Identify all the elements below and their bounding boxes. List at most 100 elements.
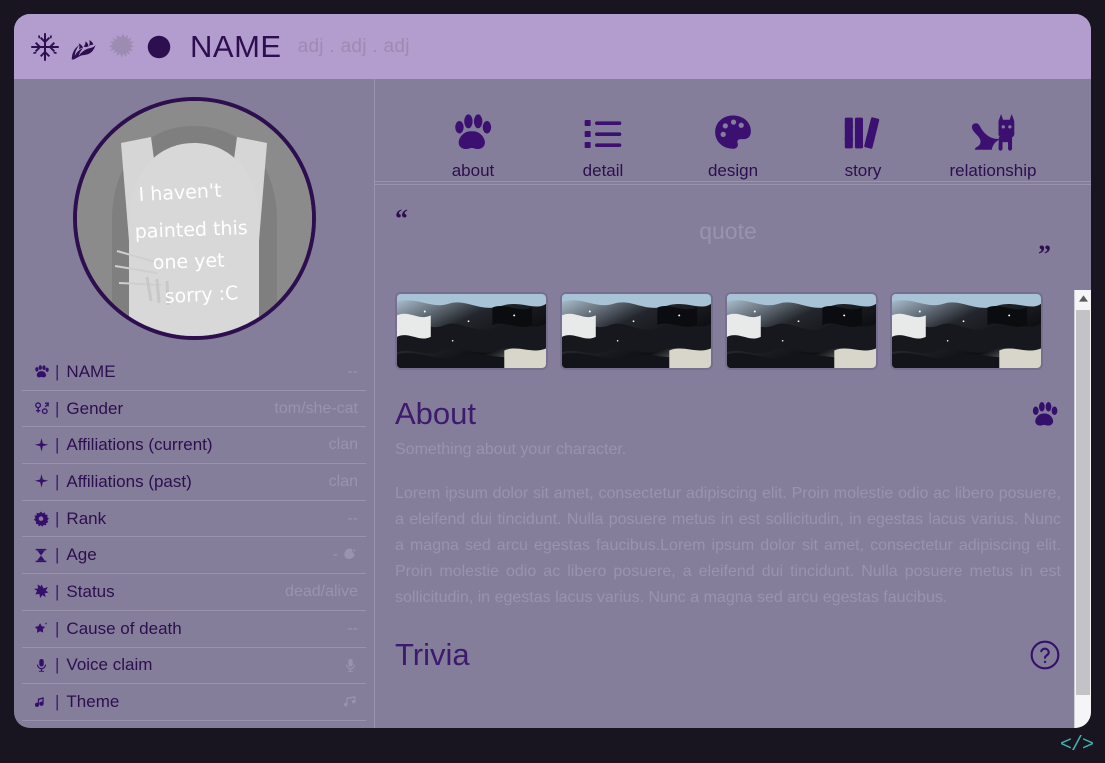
info-row-value: -	[333, 546, 358, 564]
sparkle-icon	[30, 473, 52, 490]
tab-about[interactable]: about	[425, 106, 521, 181]
scroll-thumb[interactable]	[1076, 310, 1090, 695]
svg-text:I haven't: I haven't	[138, 180, 222, 206]
content-scroll-inner: “ quote ” About Something about your cha…	[375, 182, 1091, 728]
gallery-thumbnail[interactable]	[890, 292, 1043, 370]
info-row-value: clan	[328, 436, 358, 454]
section-title: Trivia	[395, 637, 470, 673]
info-row-rank[interactable]: | Rank --	[22, 501, 366, 538]
gallery-thumbnail[interactable]	[725, 292, 878, 370]
leaf-icon	[68, 32, 98, 62]
tab-label: about	[451, 161, 495, 180]
gallery-thumbnail[interactable]	[560, 292, 713, 370]
svg-text:sorry :C: sorry :C	[164, 282, 239, 308]
moon-icon	[144, 32, 174, 62]
info-row-label: Voice claim	[66, 655, 153, 675]
info-row-age[interactable]: | Age -	[22, 537, 366, 575]
info-row-status[interactable]: | Status dead/alive	[22, 574, 366, 611]
palette-icon	[711, 106, 755, 154]
character-info-list: | NAME -- | Gender tom/she-cat | Affilia…	[14, 354, 374, 721]
question-mark-icon[interactable]	[1029, 639, 1061, 671]
scroll-up-arrow[interactable]	[1075, 290, 1091, 307]
avatar-container: I haven't painted this one yet sorry :C	[14, 79, 374, 340]
info-row-value: clan	[328, 472, 358, 490]
season-icon-group	[30, 32, 174, 62]
quote-text: quote	[699, 218, 757, 244]
info-row-value: dead/alive	[285, 582, 358, 600]
moon-sparkle-icon	[342, 547, 358, 563]
page-subtitle-adjectives: adj . adj . adj	[297, 35, 410, 57]
tab-label: relationship	[949, 161, 1037, 180]
info-row-name[interactable]: | NAME --	[22, 354, 366, 391]
code-view-button[interactable]: </>	[1060, 734, 1094, 757]
svg-text:one yet: one yet	[152, 250, 225, 274]
info-row-label: Affiliations (past)	[66, 471, 192, 491]
tab-relationship[interactable]: relationship	[945, 106, 1041, 181]
info-row-label: Theme	[66, 692, 120, 712]
tab-detail[interactable]: detail	[555, 106, 651, 181]
section-header-about: About	[395, 396, 1061, 432]
microphone-icon	[343, 657, 358, 674]
gallery-thumbnail[interactable]	[395, 292, 548, 370]
star-icon	[30, 620, 52, 637]
tab-design[interactable]: design	[685, 106, 781, 181]
tab-label: design	[707, 161, 759, 180]
page-title: NAME	[190, 28, 282, 64]
section-title: About	[395, 396, 477, 431]
about-subtitle: Something about your character.	[395, 441, 627, 458]
info-row-cause-of-death[interactable]: | Cause of death --	[22, 611, 366, 648]
row-separator: |	[55, 545, 60, 565]
info-row-value: --	[347, 509, 358, 527]
content-panel: about detail design story relationship “…	[375, 79, 1091, 728]
music-notes-icon	[341, 694, 358, 710]
row-separator: |	[55, 361, 60, 381]
app-root: NAME adj . adj . adj I haven't painted t…	[0, 0, 1105, 763]
tab-label: detail	[582, 161, 624, 180]
quote-close-mark: ”	[1038, 240, 1051, 269]
paw-icon	[30, 363, 52, 380]
sidebar: I haven't painted this one yet sorry :C	[14, 79, 375, 728]
info-row-voice-claim[interactable]: | Voice claim	[22, 648, 366, 685]
info-row-value: tom/she-cat	[274, 399, 358, 417]
content-scrollbar[interactable]	[1074, 290, 1091, 728]
about-paragraph: Lorem ipsum dolor sit amet, consectetur …	[395, 485, 1061, 607]
snowflake-icon	[30, 32, 60, 62]
quote-block: “ quote ”	[395, 200, 1061, 288]
info-row-value: --	[347, 362, 358, 380]
sun-icon	[106, 32, 136, 62]
profile-window: NAME adj . adj . adj I haven't painted t…	[14, 14, 1091, 728]
info-row-theme[interactable]: | Theme	[22, 684, 366, 721]
paw-icon	[1029, 399, 1061, 429]
quote-open-mark: “	[395, 204, 408, 233]
gallery	[395, 292, 1061, 370]
tab-label: story	[844, 161, 882, 180]
cat-icon	[967, 106, 1019, 154]
tab-story[interactable]: story	[815, 106, 911, 181]
info-row-label: Affiliations (current)	[66, 435, 213, 455]
row-separator: |	[55, 435, 60, 455]
info-row-label: NAME	[66, 361, 116, 381]
info-row-label: Status	[66, 581, 115, 601]
info-row-value[interactable]	[341, 694, 358, 710]
music-note-icon	[30, 694, 52, 711]
info-row-affiliations-current[interactable]: | Affiliations (current) clan	[22, 427, 366, 465]
paw-icon	[450, 106, 496, 154]
info-row-label: Age	[66, 545, 97, 565]
row-separator: |	[55, 508, 60, 528]
info-row-label: Gender	[66, 398, 124, 418]
row-separator: |	[55, 618, 60, 638]
list-icon	[581, 106, 625, 154]
microphone-icon	[30, 657, 52, 674]
scrollbar-track[interactable]	[1075, 307, 1091, 728]
row-separator: |	[55, 655, 60, 675]
info-row-value[interactable]	[343, 657, 358, 674]
row-separator: |	[55, 692, 60, 712]
info-row-affiliations-past[interactable]: | Affiliations (past) clan	[22, 464, 366, 501]
avatar[interactable]: I haven't painted this one yet sorry :C	[72, 97, 316, 340]
info-row-gender[interactable]: | Gender tom/she-cat	[22, 391, 366, 428]
info-row-label: Cause of death	[66, 618, 182, 638]
page-header: NAME adj . adj . adj	[14, 14, 1091, 79]
sparkle-icon	[30, 437, 52, 454]
burst-icon	[30, 583, 52, 600]
hourglass-icon	[30, 547, 52, 564]
